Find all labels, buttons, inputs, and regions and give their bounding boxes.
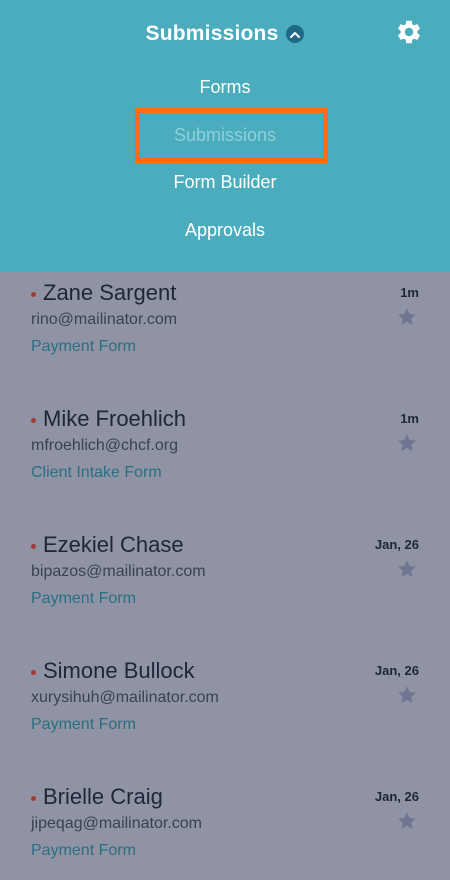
list-item[interactable]: Simone Bullock xurysihuh@mailinator.com …	[0, 650, 450, 776]
menu-item-submissions[interactable]: Submissions	[0, 125, 450, 146]
form-name: Payment Form	[31, 338, 136, 355]
submitter-name: Brielle Craig	[43, 784, 163, 809]
unread-dot	[31, 796, 36, 801]
list-item[interactable]: Brielle Craig jipeqag@mailinator.com Pay…	[0, 776, 450, 880]
title-row: Submissions	[0, 18, 450, 50]
submitter-name: Mike Froehlich	[43, 406, 187, 431]
submitter-email: bipazos@mailinator.com	[31, 563, 206, 580]
star-icon[interactable]	[396, 306, 418, 328]
page-title[interactable]: Submissions	[146, 22, 279, 46]
submitter-email: xurysihuh@mailinator.com	[31, 689, 219, 706]
submitter-name: Simone Bullock	[43, 658, 195, 683]
submitter-email: mfroehlich@chcf.org	[31, 437, 178, 454]
star-icon[interactable]	[396, 558, 418, 580]
unread-dot	[31, 418, 36, 423]
submitter-email: jipeqag@mailinator.com	[31, 815, 202, 832]
list-item[interactable]: Mike Froehlich mfroehlich@chcf.org Clien…	[0, 398, 450, 524]
star-icon[interactable]	[396, 810, 418, 832]
unread-dot	[31, 544, 36, 549]
unread-dot	[31, 292, 36, 297]
chevron-up-icon[interactable]	[286, 25, 305, 43]
timestamp: Jan, 26	[374, 789, 419, 804]
menu-item-approvals[interactable]: Approvals	[0, 220, 450, 241]
timestamp: Jan, 26	[374, 537, 419, 552]
submitter-name: Ezekiel Chase	[43, 532, 184, 557]
timestamp: 1m	[400, 285, 419, 300]
list-item[interactable]: Zane Sargent rino@mailinator.com Payment…	[0, 272, 450, 398]
form-name: Payment Form	[31, 716, 136, 733]
list-item[interactable]: Ezekiel Chase bipazos@mailinator.com Pay…	[0, 524, 450, 650]
unread-dot	[31, 670, 36, 675]
timestamp: Jan, 26	[374, 663, 419, 678]
submissions-list: Zane Sargent rino@mailinator.com Payment…	[0, 272, 450, 880]
submitter-name: Zane Sargent	[43, 280, 177, 305]
submitter-email: rino@mailinator.com	[31, 311, 178, 328]
app-header: Submissions Forms Submissions Form Build…	[0, 0, 450, 272]
form-name: Payment Form	[31, 842, 136, 859]
form-name: Client Intake Form	[31, 464, 162, 481]
timestamp: 1m	[400, 411, 419, 426]
form-name: Payment Form	[31, 590, 136, 607]
menu-item-form-builder[interactable]: Form Builder	[0, 172, 450, 193]
star-icon[interactable]	[396, 684, 418, 706]
star-icon[interactable]	[396, 432, 418, 454]
gear-icon[interactable]	[395, 18, 423, 46]
menu-item-forms[interactable]: Forms	[0, 77, 450, 98]
